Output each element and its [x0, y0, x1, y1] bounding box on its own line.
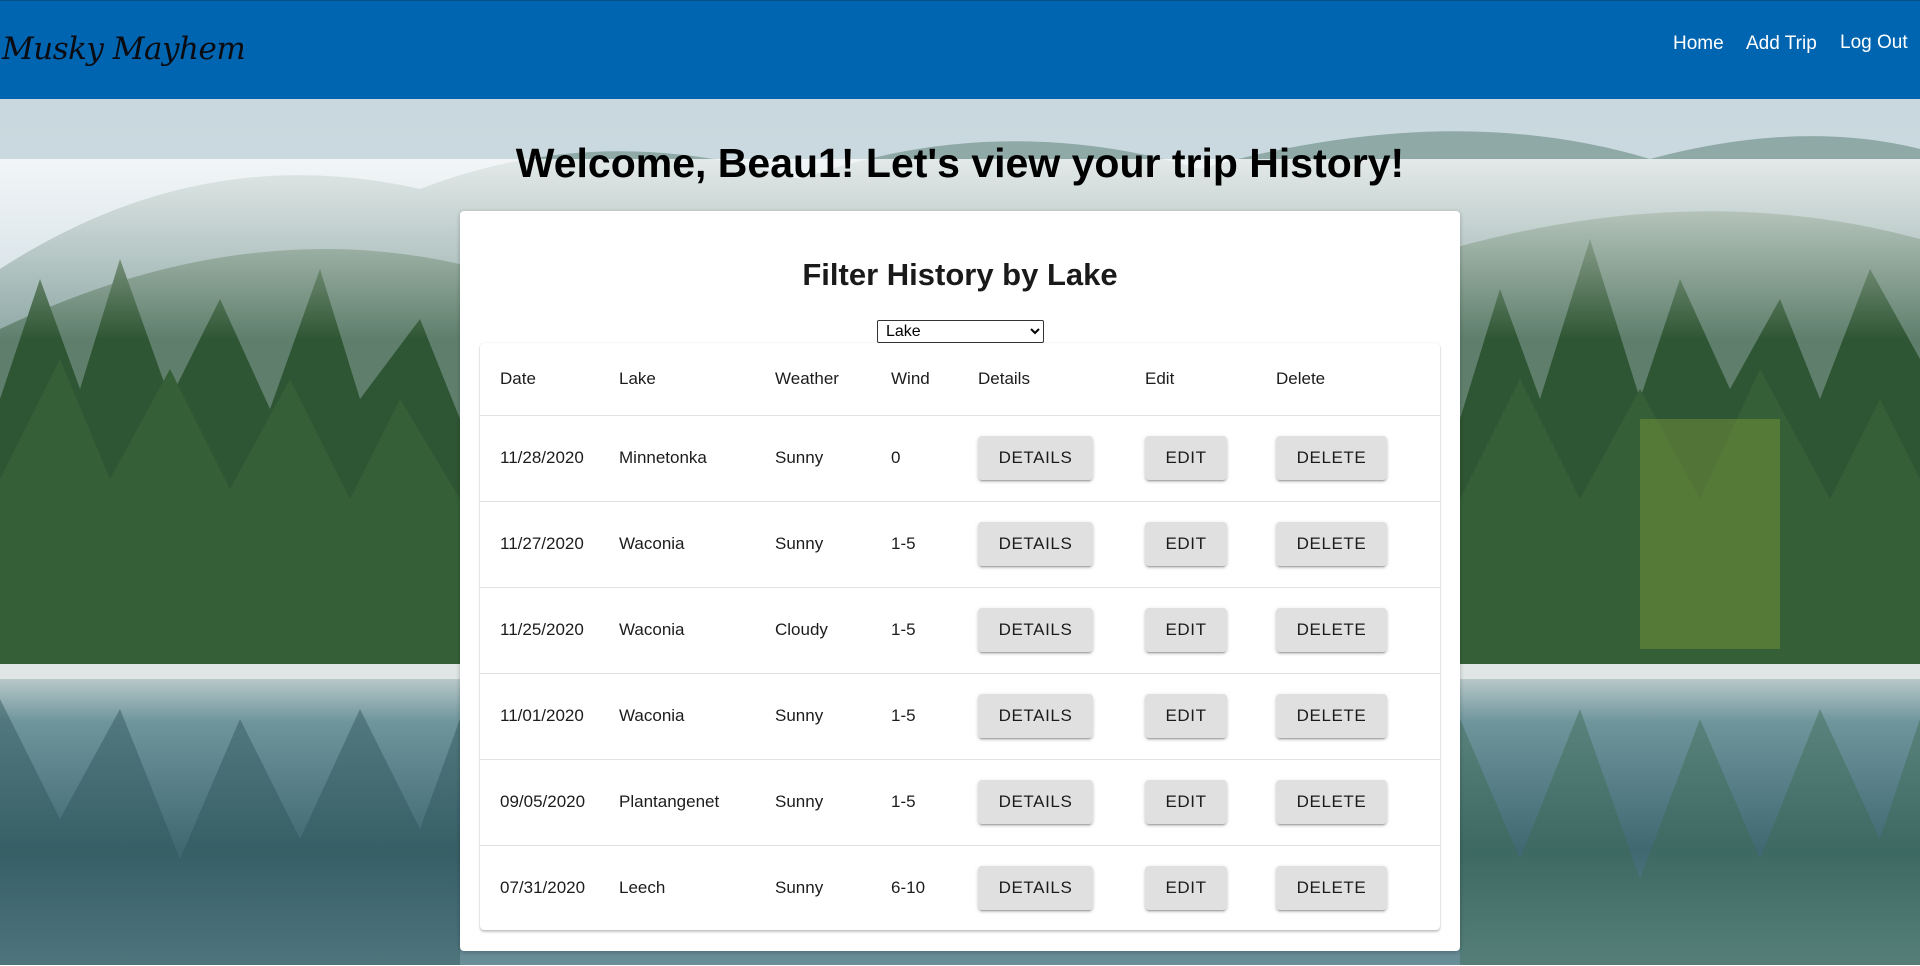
- cell-weather: Cloudy: [775, 587, 891, 674]
- column-header-edit: Edit: [1145, 343, 1276, 416]
- details-button[interactable]: DETAILS: [978, 780, 1093, 824]
- cell-weather: Sunny: [775, 415, 891, 502]
- column-header-date: Date: [480, 343, 619, 416]
- cell-wind: 6-10: [891, 878, 926, 898]
- table-row: 09/05/2020 Plantangenet Sunny 1-5 DETAIL…: [480, 759, 1440, 846]
- cell-wind: 1-5: [891, 759, 978, 846]
- delete-button[interactable]: DELETE: [1276, 522, 1387, 566]
- table-row: 11/28/2020 Minnetonka Sunny 0 DETAILS ED…: [480, 415, 1440, 502]
- cell-lake: Minnetonka: [619, 415, 775, 502]
- details-button[interactable]: DETAILS: [978, 694, 1093, 738]
- welcome-heading: Welcome, Beau1! Let's view your trip His…: [0, 140, 1920, 187]
- cell-date: 11/25/2020: [480, 587, 619, 674]
- lake-filter-select[interactable]: Lake: [877, 320, 1044, 343]
- cell-weather: Sunny: [775, 501, 891, 588]
- cell-lake: Waconia: [619, 587, 775, 674]
- delete-button[interactable]: DELETE: [1276, 694, 1387, 738]
- cell-date: 11/27/2020: [480, 501, 619, 588]
- nav-link-log-out[interactable]: Log Out: [1840, 32, 1908, 54]
- edit-button[interactable]: EDIT: [1145, 866, 1227, 911]
- edit-button[interactable]: EDIT: [1145, 522, 1227, 566]
- cell-date: 07/31/2020: [500, 878, 586, 898]
- cell-date: 09/05/2020: [480, 759, 619, 846]
- delete-button[interactable]: DELETE: [1276, 866, 1387, 911]
- delete-button[interactable]: DELETE: [1276, 780, 1387, 824]
- column-header-weather: Weather: [775, 343, 891, 416]
- cell-lake: Waconia: [619, 673, 775, 760]
- delete-button[interactable]: DELETE: [1276, 436, 1387, 480]
- delete-button[interactable]: DELETE: [1276, 608, 1387, 652]
- column-header-details: Details: [978, 343, 1145, 416]
- edit-button[interactable]: EDIT: [1145, 780, 1227, 824]
- column-header-delete: Delete: [1276, 343, 1440, 416]
- table-row: 11/01/2020 Waconia Sunny 1-5 DETAILS EDI…: [480, 673, 1440, 760]
- cell-wind: 1-5: [891, 587, 978, 674]
- details-button[interactable]: DETAILS: [978, 866, 1093, 911]
- details-button[interactable]: DETAILS: [978, 608, 1093, 652]
- table-row: 11/27/2020 Waconia Sunny 1-5 DETAILS EDI…: [480, 501, 1440, 588]
- table-row: 07/31/2020 Leech Sunny 6-10 DETAILS EDIT…: [480, 845, 1440, 931]
- table-header-row: Date Lake Weather Wind Details Edit Dele…: [480, 343, 1440, 416]
- trip-history-table: Date Lake Weather Wind Details Edit Dele…: [480, 343, 1440, 930]
- trip-history-card: Filter History by Lake Lake Date Lake We…: [460, 211, 1460, 951]
- column-header-lake: Lake: [619, 343, 775, 416]
- cell-lake: Waconia: [619, 501, 775, 588]
- cell-weather: Sunny: [775, 673, 891, 760]
- details-button[interactable]: DETAILS: [978, 522, 1093, 566]
- cell-lake: Leech: [619, 878, 666, 898]
- column-header-wind: Wind: [891, 343, 978, 416]
- edit-button[interactable]: EDIT: [1145, 436, 1227, 480]
- brand-logo[interactable]: Musky Mayhem: [2, 31, 246, 67]
- cell-date: 11/28/2020: [480, 415, 619, 502]
- nav-link-home[interactable]: Home: [1673, 33, 1724, 55]
- edit-button[interactable]: EDIT: [1145, 694, 1227, 738]
- cell-wind: 1-5: [891, 673, 978, 760]
- cell-wind: 1-5: [891, 501, 978, 588]
- cell-weather: Sunny: [775, 878, 824, 898]
- nav-link-add-trip[interactable]: Add Trip: [1746, 33, 1817, 55]
- top-navbar: Musky Mayhem Home Add Trip Log Out: [0, 0, 1920, 99]
- details-button[interactable]: DETAILS: [978, 436, 1093, 480]
- edit-button[interactable]: EDIT: [1145, 608, 1227, 652]
- welcome-text: Welcome, Beau1! Let's view your trip His…: [515, 140, 1405, 186]
- cell-wind: 0: [891, 415, 978, 502]
- cell-date: 11/01/2020: [480, 673, 619, 760]
- table-row: 11/25/2020 Waconia Cloudy 1-5 DETAILS ED…: [480, 587, 1440, 674]
- filter-title: Filter History by Lake: [802, 257, 1118, 292]
- cell-weather: Sunny: [775, 759, 891, 846]
- cell-lake: Plantangenet: [619, 759, 775, 846]
